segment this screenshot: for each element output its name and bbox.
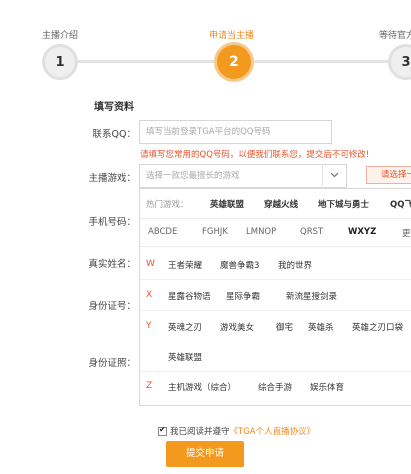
hot-games-row: 热门游戏： 英雄联盟 穿越火线 地下城与勇士 QQ飞: [140, 189, 411, 219]
game-option[interactable]: 综合手游: [258, 381, 292, 393]
game-option[interactable]: 英魂之刃: [168, 321, 202, 333]
hot-game-item[interactable]: 英雄联盟: [210, 198, 244, 210]
game-option[interactable]: 新流星搜剑录: [286, 290, 337, 302]
group-letter: W: [146, 259, 155, 269]
game-option[interactable]: 主机游戏（综合）: [168, 381, 236, 393]
agreement-row: 我已阅读并遵守 《TGA个人直播协议》: [158, 425, 315, 437]
game-option[interactable]: 英雄之刃口袋: [352, 321, 403, 333]
agreement-checkbox[interactable]: [158, 425, 167, 436]
game-option[interactable]: 御宅: [276, 321, 293, 333]
game-option[interactable]: 英雄杀: [308, 321, 334, 333]
step-1-circle: 1: [42, 44, 78, 80]
step-2-circle: 2: [214, 42, 254, 82]
agreement-link[interactable]: 《TGA个人直播协议》: [230, 425, 316, 437]
group-letter: X: [146, 290, 153, 300]
game-option[interactable]: 魔兽争霸3: [220, 259, 259, 271]
tab-wxyz[interactable]: WXYZ: [348, 227, 376, 237]
step-1-label: 主播介绍: [42, 31, 79, 41]
group-divider: [140, 310, 411, 311]
hot-games-label: 热门游戏：: [146, 200, 189, 210]
game-option[interactable]: 星露谷物语: [168, 290, 211, 302]
step-3-circle: 3: [388, 44, 411, 80]
alphabet-tabs: ABCDE FGHJK LMNOP QRST WXYZ 更: [140, 219, 411, 247]
section-title: 填写资料: [94, 102, 134, 113]
hot-game-item[interactable]: QQ飞: [390, 198, 411, 210]
game-label: 主播游戏：: [88, 173, 136, 184]
step-2-label: 申请当主播: [209, 31, 255, 41]
tab-fghjk[interactable]: FGHJK: [202, 227, 228, 237]
qq-hint: 请填写您常用的QQ号码，以便我们联系您，提交后不可修改!: [140, 150, 370, 160]
game-option[interactable]: 娱乐体育: [310, 381, 344, 393]
tab-abcde[interactable]: ABCDE: [148, 227, 177, 237]
group-divider: [140, 371, 411, 372]
game-option[interactable]: 我的世界: [278, 259, 312, 271]
game-option[interactable]: 英雄联盟: [168, 351, 202, 363]
game-select[interactable]: 选择一款您最擅长的游戏: [139, 164, 347, 188]
step-connector: [74, 60, 216, 63]
chevron-down-icon[interactable]: [322, 164, 346, 186]
agreement-text: 我已阅读并遵守: [170, 427, 230, 437]
qq-input[interactable]: 填写当前登录TGA平台的QQ号码: [139, 120, 332, 144]
phone-label: 手机号码：: [88, 217, 136, 228]
game-option[interactable]: 星际争霸: [226, 290, 260, 302]
hot-game-item[interactable]: 地下城与勇士: [318, 198, 369, 210]
submit-button[interactable]: 提交申请: [166, 441, 244, 467]
name-label: 真实姓名：: [88, 259, 136, 270]
tab-more[interactable]: 更: [402, 227, 411, 239]
id-number-label: 身份证号：: [88, 301, 136, 312]
tab-qrst[interactable]: QRST: [300, 227, 323, 237]
game-option[interactable]: 王者荣耀: [168, 259, 202, 271]
game-option[interactable]: 游戏美女: [220, 321, 254, 333]
game-dropdown: 热门游戏： 英雄联盟 穿越火线 地下城与勇士 QQ飞 ABCDE FGHJK L…: [139, 188, 411, 406]
id-photo-label: 身份证照：: [88, 358, 136, 369]
group-letter: Z: [146, 381, 153, 391]
step-connector: [250, 60, 390, 63]
step-3-label: 等待官方: [379, 31, 411, 41]
hot-game-item[interactable]: 穿越火线: [264, 198, 298, 210]
qq-label: 联系QQ：: [92, 129, 136, 140]
game-warning-tip: 请选择一: [366, 166, 411, 184]
group-divider: [140, 279, 411, 280]
group-letter: Y: [146, 321, 152, 331]
tab-lmnop[interactable]: LMNOP: [246, 227, 276, 237]
